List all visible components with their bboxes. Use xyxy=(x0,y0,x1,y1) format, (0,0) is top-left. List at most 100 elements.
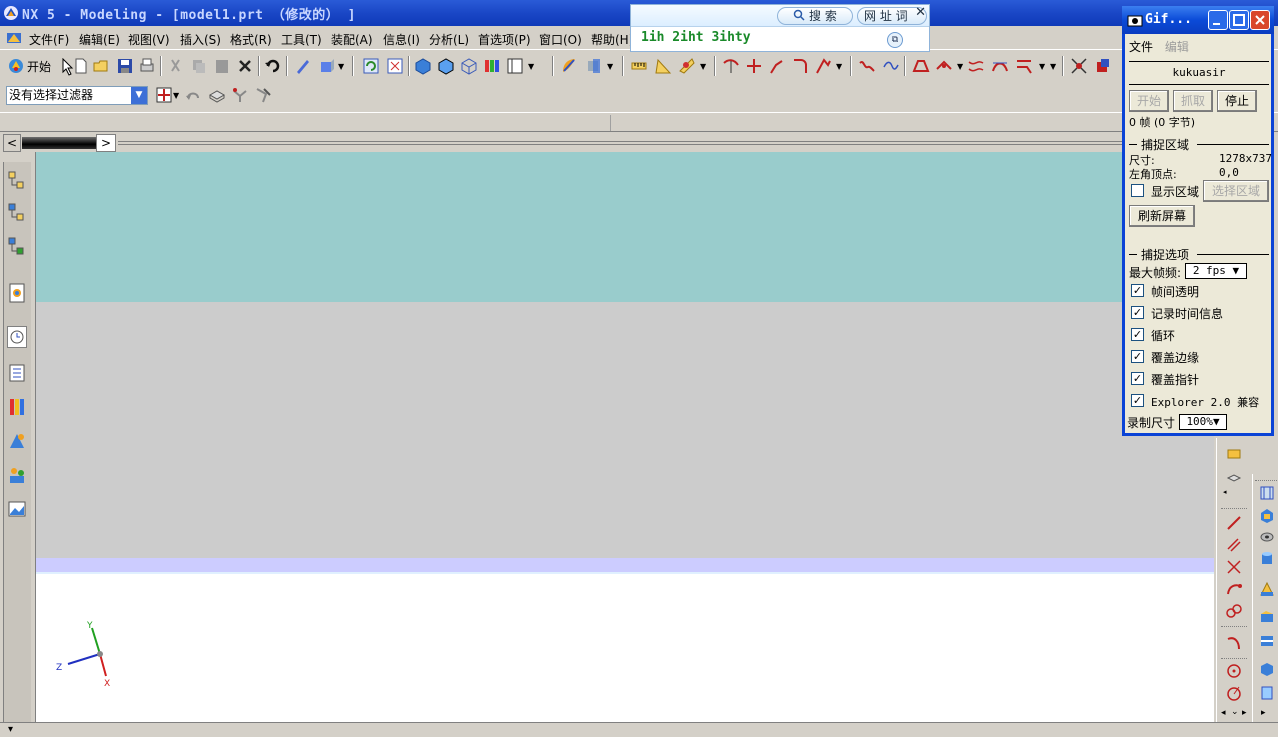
extrude-icon[interactable] xyxy=(1225,444,1243,462)
close-button[interactable] xyxy=(1250,10,1270,30)
graphics-window[interactable] xyxy=(36,152,1214,722)
feature-icon[interactable] xyxy=(1094,57,1112,75)
system-menu-icon[interactable] xyxy=(6,30,22,46)
paste-icon[interactable] xyxy=(213,57,231,75)
block-icon[interactable] xyxy=(1225,470,1243,488)
extend-curve-icon[interactable] xyxy=(768,57,786,75)
tab-scroll-left-button[interactable]: < xyxy=(3,134,21,152)
scroll-right-icon[interactable]: ▸ xyxy=(1242,708,1247,718)
gif-refresh-screen-button[interactable]: 刷新屏幕 xyxy=(1129,205,1195,227)
circle-center-icon[interactable] xyxy=(1225,662,1243,680)
gif-select-region-button[interactable]: 选择区域 xyxy=(1203,180,1269,202)
intersect-curve-icon[interactable] xyxy=(1070,57,1088,75)
edit-object-icon[interactable] xyxy=(294,57,312,75)
dropdown-arrow-icon[interactable]: ▼ xyxy=(957,62,963,71)
status-arrow-icon[interactable]: ▾ xyxy=(8,724,13,735)
gif-opt-loop-checkbox[interactable]: ✓ xyxy=(1131,328,1144,341)
gif-opt-edge-checkbox[interactable]: ✓ xyxy=(1131,350,1144,363)
wave-curve-icon[interactable] xyxy=(882,57,900,75)
process-studio-icon[interactable] xyxy=(7,430,27,452)
menu-help[interactable]: 帮助(H) xyxy=(591,31,633,48)
layout-icon[interactable] xyxy=(506,57,524,75)
dropdown-arrow-icon[interactable]: ▼ xyxy=(836,62,842,71)
point-icon[interactable] xyxy=(935,57,953,75)
gif-opt-pointer-checkbox[interactable]: ✓ xyxy=(1131,372,1144,385)
toolbar-grip[interactable] xyxy=(1221,508,1247,511)
cut-icon[interactable] xyxy=(167,57,185,75)
gif-menu-file[interactable]: 文件 xyxy=(1129,40,1153,54)
chamfer-curve-icon[interactable] xyxy=(814,57,832,75)
system-materials-icon[interactable] xyxy=(7,362,27,384)
dropdown-arrow-icon[interactable]: ▼ xyxy=(1039,62,1045,71)
measure-angle-icon[interactable] xyxy=(654,57,672,75)
menu-tools[interactable]: 工具(T) xyxy=(281,31,322,48)
gif-stop-button[interactable]: 停止 xyxy=(1217,90,1257,112)
nx-app-icon[interactable] xyxy=(3,5,19,21)
overflow-arrow-icon[interactable]: ◂ xyxy=(1223,488,1227,496)
menu-assembly[interactable]: 装配(A) xyxy=(331,31,373,48)
cylinder-icon[interactable] xyxy=(1258,550,1276,568)
toolbar-grip[interactable] xyxy=(1221,626,1247,629)
measure-distance-icon[interactable] xyxy=(630,57,648,75)
line-icon[interactable] xyxy=(1225,514,1243,532)
toolbar-grip[interactable] xyxy=(1255,480,1277,483)
refresh-view-icon[interactable] xyxy=(362,57,380,75)
parallel-lines-icon[interactable] xyxy=(1225,536,1243,554)
arc-icon[interactable] xyxy=(1225,580,1243,598)
fillet-curve-icon[interactable] xyxy=(791,57,809,75)
tab-scroll-right-button[interactable]: > xyxy=(96,134,116,152)
menu-view[interactable]: 视图(V) xyxy=(128,31,170,48)
menu-window[interactable]: 窗口(O) xyxy=(539,31,582,48)
new-file-icon[interactable] xyxy=(72,57,90,75)
gif-opt-transparent-checkbox[interactable]: ✓ xyxy=(1131,284,1144,297)
wireframe-icon[interactable] xyxy=(460,57,478,75)
dropdown-arrow-icon[interactable]: ▼ xyxy=(607,62,613,71)
assembly-navigator-icon[interactable] xyxy=(7,170,27,192)
scroll-down-icon[interactable]: ▸ xyxy=(1261,708,1266,718)
analysis-icon[interactable] xyxy=(560,57,578,75)
part-tab[interactable] xyxy=(22,137,96,149)
start-button[interactable]: 开始 xyxy=(8,56,51,76)
shaded-view-icon[interactable] xyxy=(414,57,432,75)
dropdown-arrow-icon[interactable]: ▼ xyxy=(173,91,179,100)
copy-icon[interactable]: ⧉ xyxy=(887,32,903,48)
maximize-button[interactable] xyxy=(1229,10,1249,30)
menu-file[interactable]: 文件(F) xyxy=(29,31,69,48)
groove-icon[interactable] xyxy=(1258,632,1276,650)
hole-icon[interactable] xyxy=(1258,528,1276,546)
menu-format[interactable]: 格式(R) xyxy=(230,31,272,48)
minimize-button[interactable] xyxy=(1208,10,1228,30)
studio-icon[interactable] xyxy=(483,57,501,75)
boss-icon[interactable] xyxy=(1258,506,1276,524)
toolbar-grip[interactable] xyxy=(1221,658,1247,661)
gif-max-fps-select[interactable]: 2 fps ▼ xyxy=(1185,263,1247,279)
select-body-icon[interactable] xyxy=(208,86,226,104)
menu-preferences[interactable]: 首选项(P) xyxy=(478,31,531,48)
reuse-library-icon[interactable] xyxy=(7,282,27,304)
arc-three-point-icon[interactable] xyxy=(1225,634,1243,652)
gif-record-size-select[interactable]: 100%▼ xyxy=(1179,414,1227,430)
dropdown-arrow-icon[interactable]: ▼ xyxy=(338,62,344,71)
dropdown-arrow-icon[interactable]: ▼ xyxy=(700,62,706,71)
save-icon[interactable] xyxy=(116,57,134,75)
close-icon[interactable]: ✕ xyxy=(915,5,926,20)
tube-icon[interactable] xyxy=(1258,684,1276,702)
roles-icon[interactable] xyxy=(7,464,27,486)
measure-body-icon[interactable] xyxy=(678,57,696,75)
pad-icon[interactable] xyxy=(1258,484,1276,502)
fit-view-icon[interactable] xyxy=(386,57,404,75)
slot-icon[interactable] xyxy=(1258,660,1276,678)
menu-edit[interactable]: 编辑(E) xyxy=(79,31,120,48)
curve-tool-icon[interactable] xyxy=(722,57,740,75)
palette-icon[interactable] xyxy=(7,396,27,418)
snap-point-icon[interactable] xyxy=(155,86,173,104)
bridge-curve-icon[interactable] xyxy=(991,57,1009,75)
gif-menu-edit[interactable]: 编辑 xyxy=(1165,40,1189,54)
history-tab[interactable] xyxy=(7,326,27,348)
section-icon[interactable] xyxy=(585,57,603,75)
part-navigator-icon[interactable] xyxy=(7,236,27,258)
menu-insert[interactable]: 插入(S) xyxy=(180,31,221,48)
print-icon[interactable] xyxy=(138,57,156,75)
display-mode-icon[interactable] xyxy=(318,57,336,75)
history-image-icon[interactable] xyxy=(7,498,27,520)
